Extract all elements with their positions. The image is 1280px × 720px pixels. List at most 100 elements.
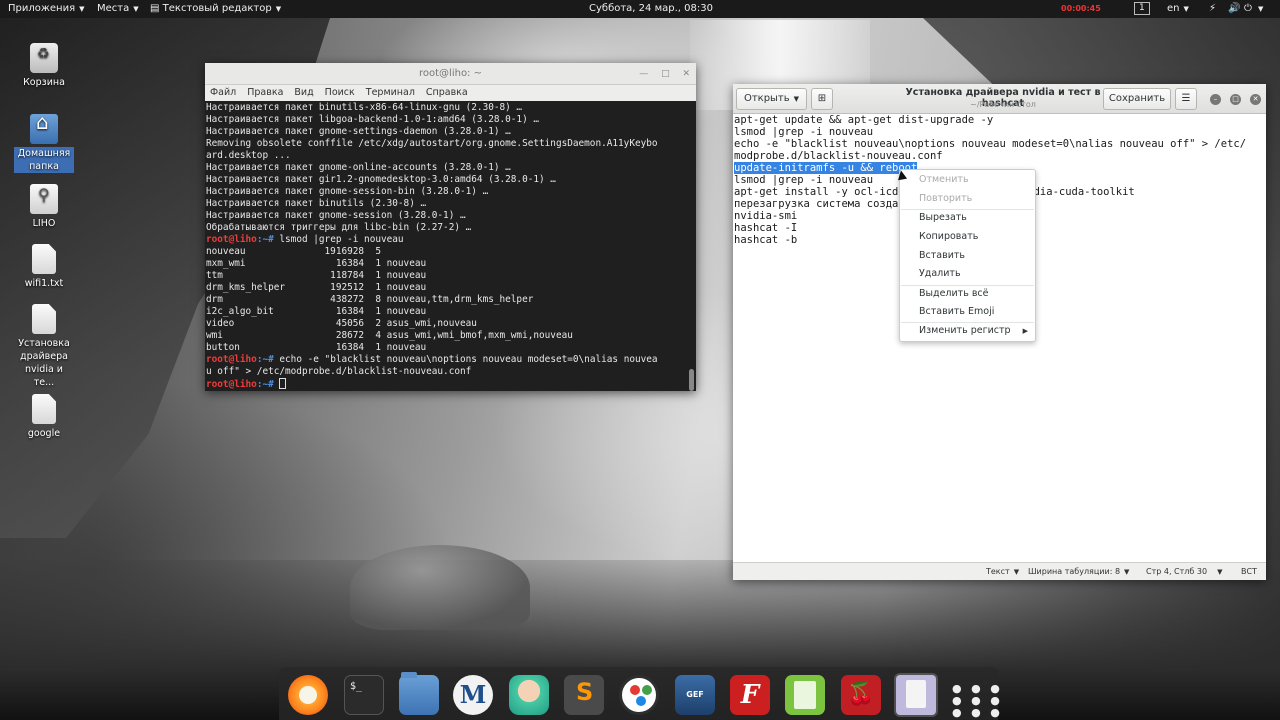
new-document-icon: ⊞	[817, 93, 827, 104]
color-balls-app-icon[interactable]	[619, 675, 659, 715]
maltego-icon[interactable]: M	[453, 675, 493, 715]
desktop-icon-trash[interactable]: Корзина	[14, 43, 74, 89]
menu-edit[interactable]: Правка	[247, 87, 283, 98]
wallpaper-rock	[350, 545, 530, 630]
chevron-down-icon: ▼	[793, 95, 800, 103]
network-icon[interactable]: ⚡	[1209, 0, 1216, 18]
chevron-down-icon: ▼	[1183, 5, 1189, 13]
prompt-user: root@liho	[206, 379, 257, 390]
document-icon: ▤	[150, 3, 163, 14]
terminal-line: i2c_algo_bit 16384 1 nouveau	[206, 306, 427, 317]
insert-mode: ВСТ	[1241, 567, 1257, 576]
close-icon[interactable]: ✕	[1250, 94, 1261, 105]
close-icon[interactable]: ✕	[682, 69, 690, 79]
desktop-icon-wifi-txt[interactable]: wifi1.txt	[14, 244, 74, 290]
menu-item-select-all[interactable]: Выделить всё	[900, 285, 1035, 303]
notes-app-icon[interactable]	[785, 675, 825, 715]
recording-indicator[interactable]: 00:00:45	[1061, 0, 1101, 18]
cherrytree-icon[interactable]: 🍒	[841, 675, 881, 715]
app-menu[interactable]: ▤ Текстовый редактор ▼	[150, 0, 281, 18]
terminal-line: video 45056 2 asus_wmi,nouveau	[206, 318, 477, 329]
terminal-prompt-line: root@liho:~#	[206, 378, 696, 391]
menu-search[interactable]: Поиск	[325, 87, 355, 98]
menu-item-undo: Отменить	[919, 174, 969, 185]
menu-item-redo: Повторить	[919, 193, 973, 204]
filezilla-icon[interactable]: F	[730, 675, 770, 715]
menu-item-insert-emoji[interactable]: Вставить Emoji	[900, 303, 1035, 321]
terminal-line: Removing obsolete conffile /etc/xdg/auto…	[206, 138, 658, 149]
terminal-line: u off" > /etc/modprobe.d/blacklist-nouve…	[206, 366, 472, 377]
syntax-selector[interactable]: Текст ▼	[986, 563, 1019, 581]
prompt-path: :~#	[256, 234, 274, 245]
terminal-titlebar[interactable]: root@liho: ~ — □ ✕	[205, 63, 696, 85]
files-folder-icon[interactable]	[399, 672, 439, 715]
terminal-scrollbar[interactable]	[689, 103, 695, 391]
terminal-app-icon[interactable]: $_	[344, 675, 384, 715]
terminal-line: Обрабатываются триггеры для libc-bin (2.…	[206, 222, 472, 233]
system-menu-chevron-icon[interactable]: ▼	[1258, 0, 1263, 18]
chevron-down-icon: ▼	[275, 5, 282, 13]
terminal-line: nouveau 1916928 5	[206, 246, 381, 257]
selected-text[interactable]: update-initramfs -u && reboot	[734, 162, 918, 174]
anime-character-app-icon[interactable]	[509, 675, 549, 715]
applications-menu[interactable]: Приложения ▼	[8, 0, 84, 18]
tab-width-selector[interactable]: Ширина табуляции: 8 ▼	[1028, 563, 1129, 581]
menu-file[interactable]: Файл	[210, 87, 236, 98]
command-text: echo -e "blacklist nouveau\noptions nouv…	[273, 354, 658, 365]
volume-icon[interactable]: 🔊	[1228, 0, 1240, 18]
editor-line: lsmod |grep -i nouveau	[734, 126, 874, 138]
menu-view[interactable]: Вид	[294, 87, 313, 98]
text-file-icon	[32, 394, 56, 424]
menu-help[interactable]: Справка	[426, 87, 468, 98]
desktop-icon-usb[interactable]: LIHO	[14, 184, 74, 230]
gef-app-icon[interactable]: GEF	[675, 675, 715, 715]
home-folder-icon	[30, 114, 58, 144]
top-bar: Приложения ▼ Места ▼ ▤ Текстовый редактор ▼…	[0, 0, 1280, 18]
sublime-text-icon[interactable]	[564, 675, 604, 715]
desktop-icon-google[interactable]: google	[14, 394, 74, 440]
terminal-line: ard.desktop ...	[206, 150, 291, 161]
firefox-icon[interactable]	[288, 675, 328, 715]
terminal-output[interactable]: Настраивается пакет binutils-x86-64-linu…	[205, 101, 696, 391]
open-button[interactable]: Открыть ▼	[736, 88, 807, 110]
menu-item-paste[interactable]: Вставить	[900, 247, 1035, 265]
menu-item-change-case[interactable]: Изменить регистр ▶	[900, 322, 1035, 340]
chevron-down-icon: ▼	[79, 5, 85, 13]
menu-item-delete[interactable]: Удалить	[900, 265, 1035, 283]
show-applications-icon[interactable]: ● ● ● ● ● ● ● ● ●	[952, 675, 1000, 719]
minimize-icon[interactable]: —	[639, 69, 648, 79]
maximize-icon[interactable]: □	[661, 69, 670, 79]
dock: $_ M GEF F 🍒 ● ● ● ● ● ● ● ● ●	[279, 667, 1000, 720]
desktop-icon-nvidia-doc[interactable]: Установка драйвера nvidia и те...	[14, 304, 74, 389]
hamburger-menu-button[interactable]: ☰	[1175, 88, 1197, 110]
new-document-button[interactable]: ⊞	[811, 88, 833, 110]
maximize-icon[interactable]: □	[1230, 94, 1241, 105]
terminal-window[interactable]: root@liho: ~ — □ ✕ Файл Правка Вид Поиск Тер…	[205, 63, 696, 391]
minimize-icon[interactable]: –	[1210, 94, 1221, 105]
desktop-icon-home[interactable]: Домашняя папка	[14, 114, 74, 173]
chevron-down-icon: ▼	[133, 5, 139, 13]
power-icon[interactable]: ⏻	[1244, 0, 1252, 18]
clock[interactable]: Суббота, 24 мар., 08:30	[589, 0, 713, 18]
text-cursor	[279, 378, 287, 389]
workspace-indicator[interactable]: 1	[1134, 2, 1150, 15]
language-selector[interactable]: en ▼	[1167, 0, 1189, 18]
terminal-line: ttm 118784 1 nouveau	[206, 270, 427, 281]
text-editor-app-icon[interactable]	[894, 673, 938, 717]
cursor-position[interactable]: Стр 4, Стлб 30 ▼	[1146, 563, 1222, 581]
terminal-line: drm_kms_helper 192512 1 nouveau	[206, 282, 427, 293]
prompt-path: :~#	[256, 354, 274, 365]
places-menu[interactable]: Места ▼	[97, 0, 139, 18]
scrollbar-thumb[interactable]	[689, 369, 694, 391]
terminal-line: Настраивается пакет gir1.2-gnomedesktop-…	[206, 174, 556, 185]
chevron-down-icon: ▼	[1013, 568, 1020, 576]
editor-headerbar[interactable]: Открыть ▼ ⊞ Установка драйвера nvidia и т…	[733, 84, 1266, 114]
terminal-line: Настраивается пакет gnome-online-account…	[206, 162, 511, 173]
menu-terminal[interactable]: Терминал	[366, 87, 415, 98]
menu-item-cut[interactable]: Вырезать	[900, 209, 1035, 227]
chevron-down-icon: ▼	[1124, 568, 1130, 576]
terminal-line: Настраивается пакет gnome-session-bin (3…	[206, 186, 489, 197]
menu-item-copy[interactable]: Копировать	[900, 228, 1035, 246]
save-button[interactable]: Сохранить	[1103, 88, 1171, 110]
terminal-line: Настраивается пакет libgoa-backend-1.0-1…	[206, 114, 540, 125]
